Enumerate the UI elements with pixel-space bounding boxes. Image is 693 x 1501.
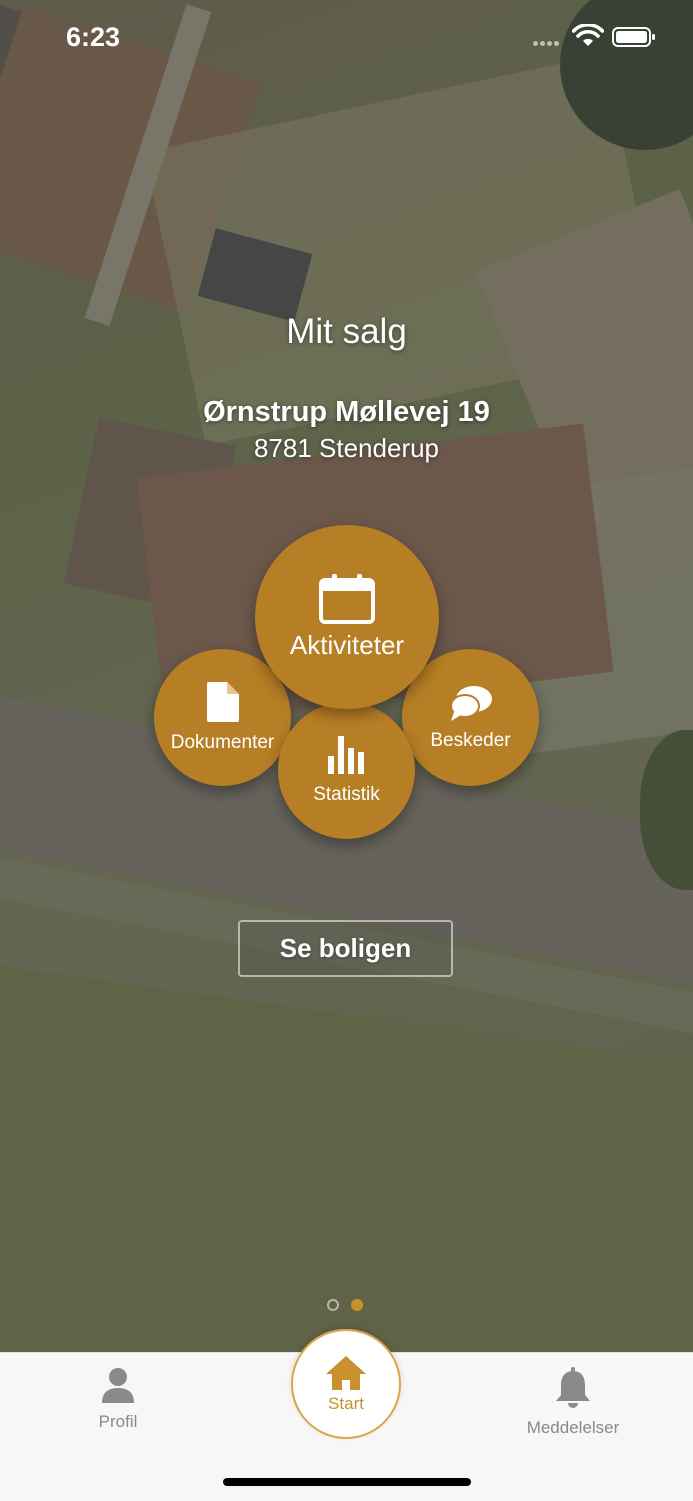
aktiviteter-label: Aktiviteter (289, 629, 405, 660)
tab-profil-label: Profil (98, 1412, 138, 1431)
bar-chart-icon (327, 735, 364, 774)
tab-meddelelser[interactable]: Meddelelser (513, 1367, 633, 1438)
tab-start-label: Start (328, 1394, 364, 1413)
statistik-button[interactable]: Statistik (278, 702, 415, 839)
home-icon (326, 1356, 366, 1390)
property-address: Ørnstrup Møllevej 19 (203, 396, 490, 428)
beskeder-button[interactable]: Beskeder (402, 649, 539, 786)
dokumenter-button[interactable]: Dokumenter (154, 649, 291, 786)
aktiviteter-button[interactable]: Aktiviteter (255, 525, 439, 709)
status-bar: 6:23 (0, 0, 693, 80)
tab-profil[interactable]: Profil (58, 1367, 178, 1432)
tab-meddelelser-label: Meddelelser (526, 1418, 620, 1437)
signal-icon (533, 33, 567, 46)
se-boligen-button[interactable]: Se boligen (238, 920, 453, 977)
beskeder-label: Beskeder (430, 729, 511, 751)
document-icon (206, 681, 239, 722)
page-dot-1[interactable] (327, 1299, 339, 1311)
dokumenter-label: Dokumenter (170, 731, 275, 753)
bell-icon (556, 1367, 590, 1408)
battery-icon (612, 27, 655, 47)
statistik-label: Statistik (313, 783, 380, 805)
calendar-icon (319, 573, 375, 624)
wifi-icon (572, 24, 604, 46)
property-city: 8781 Stenderup (253, 433, 440, 463)
status-time: 6:23 (66, 22, 121, 52)
person-icon (102, 1368, 134, 1403)
page-dot-2-active[interactable] (351, 1299, 363, 1311)
chat-icon (449, 685, 492, 721)
home-indicator[interactable] (223, 1478, 471, 1486)
page-title: Mit salg (286, 312, 407, 351)
tab-start[interactable]: Start (291, 1329, 401, 1439)
